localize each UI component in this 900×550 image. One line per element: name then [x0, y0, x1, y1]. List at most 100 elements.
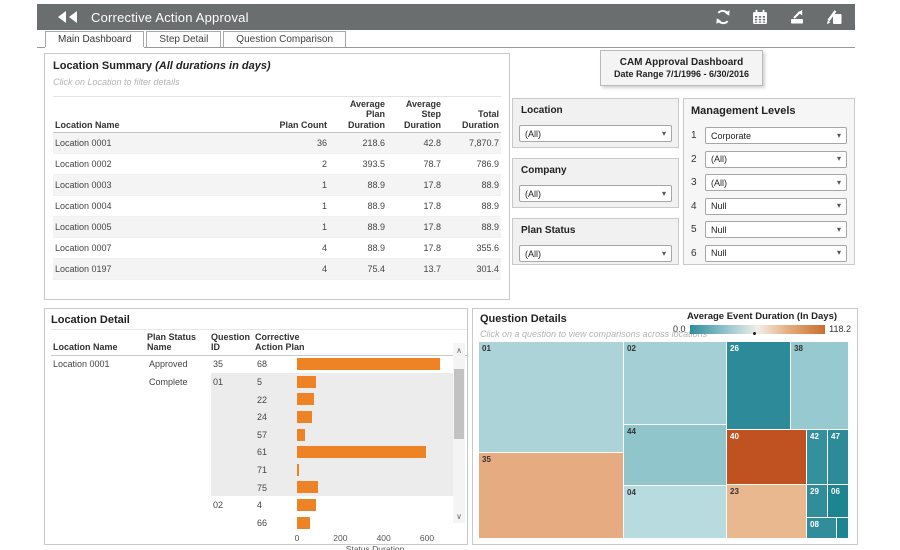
location-summary-table: Location Name Plan Count Average Plan Dura…	[53, 96, 501, 281]
scroll-up-button[interactable]: ∧	[453, 343, 465, 357]
column-header: Plan Status Name	[147, 332, 197, 353]
scroll-down-button[interactable]: ∨	[453, 509, 465, 523]
location-detail-header: Location Name Plan Status Name Question ID…	[51, 329, 467, 356]
cell: 75.4	[367, 264, 385, 275]
table-row[interactable]: 24	[51, 408, 467, 427]
management-level-dropdown[interactable]: (All) ▾	[705, 174, 847, 192]
cap-cell: 71	[257, 465, 268, 476]
tile-label: 47	[831, 432, 840, 441]
cell: 17.8	[423, 201, 441, 212]
treemap-tile[interactable]: 06	[828, 485, 848, 517]
table-row[interactable]: Complete 01 5	[51, 373, 467, 391]
company-filter-panel: Company (All) ▾	[512, 158, 679, 208]
plan-status-filter-dropdown[interactable]: (All) ▾	[519, 245, 672, 262]
duration-bar[interactable]	[297, 393, 314, 406]
management-level-dropdown[interactable]: Null ▾	[705, 244, 847, 262]
location-name-cell: Location 0003	[55, 180, 112, 191]
table-row[interactable]: Location 0005 1 88.9 17.8 88.9	[53, 217, 501, 239]
management-level-dropdown[interactable]: (All) ▾	[705, 150, 847, 168]
treemap-tile[interactable]: 01	[479, 342, 623, 452]
plan-status-filter-panel: Plan Status (All) ▾	[512, 218, 679, 265]
legend-title: Average Event Duration (In Days)	[686, 311, 838, 322]
table-row[interactable]: Location 0003 1 88.9 17.8 88.9	[53, 175, 501, 197]
table-row[interactable]: 57	[51, 426, 467, 444]
tile-label: 38	[794, 344, 803, 353]
duration-bar[interactable]	[297, 428, 306, 441]
treemap-tile[interactable]: 08	[807, 518, 836, 538]
treemap-tile[interactable]: 47	[828, 430, 848, 484]
duration-bar[interactable]	[297, 410, 312, 423]
company-filter-dropdown[interactable]: (All) ▾	[519, 185, 672, 202]
cam-box-title: CAM Approval Dashboard	[619, 57, 744, 68]
tab-step-detail[interactable]: Step Detail	[146, 31, 222, 47]
table-row[interactable]: 75	[51, 478, 467, 497]
company-filter-label: Company	[521, 165, 567, 176]
level-number: 6	[691, 247, 697, 259]
table-row[interactable]: 61	[51, 443, 467, 462]
bar-chart-cell	[297, 444, 453, 462]
tab-question-comparison[interactable]: Question Comparison	[223, 31, 347, 47]
table-row[interactable]: 66	[51, 514, 467, 532]
bar-chart-cell	[297, 461, 453, 479]
x-axis-tick-label: 600	[419, 532, 435, 543]
duration-bar[interactable]	[297, 463, 300, 476]
table-row[interactable]: Location 0007 4 88.9 17.8 355.6	[53, 238, 501, 260]
location-summary-panel: Location Summary (All durations in days)…	[44, 53, 510, 300]
refresh-icon[interactable]	[714, 8, 732, 26]
location-detail-body: Location 0001 Approved 35 68 Complete 01 5 22 24…	[51, 356, 467, 532]
treemap-tile[interactable]: 35	[479, 453, 623, 538]
duration-bar[interactable]	[297, 498, 316, 511]
treemap-tile[interactable]: 26	[727, 342, 790, 429]
table-row[interactable]: Location 0197 4 75.4 13.7 301.4	[53, 259, 501, 281]
treemap-tile[interactable]: 40	[727, 430, 806, 484]
rewind-icon[interactable]	[57, 10, 79, 24]
bar-chart-cell	[297, 373, 453, 391]
table-row[interactable]: 22	[51, 390, 467, 409]
treemap-tile[interactable]	[837, 518, 848, 538]
calendar-icon[interactable]	[751, 8, 769, 26]
table-row[interactable]: Location 0001 36 218.6 42.8 7,870.7	[53, 133, 501, 155]
row-values: 61	[211, 443, 453, 462]
vertical-scrollbar[interactable]: ∧ ∨	[453, 343, 465, 523]
duration-bar[interactable]	[297, 516, 311, 529]
column-header: Question ID	[211, 332, 251, 353]
location-name-cell: Location 0001	[55, 138, 112, 149]
duration-bar[interactable]	[297, 481, 318, 494]
treemap-tile[interactable]: 44	[624, 425, 726, 485]
question-id-cell: 35	[213, 359, 224, 370]
cap-cell: 66	[257, 517, 268, 528]
management-level-dropdown[interactable]: Corporate ▾	[705, 127, 847, 145]
treemap-tile[interactable]: 29	[807, 485, 827, 517]
management-level-dropdown[interactable]: Null ▾	[705, 221, 847, 239]
treemap-tile[interactable]: 04	[624, 486, 726, 538]
table-row[interactable]: Location 0002 2 393.5 78.7 786.9	[53, 154, 501, 176]
row-values: 57	[211, 426, 453, 444]
tab-main-dashboard[interactable]: Main Dashboard	[45, 31, 145, 47]
management-level-dropdown[interactable]: Null ▾	[705, 197, 847, 215]
treemap-tile[interactable]: 38	[791, 342, 848, 429]
treemap-tile[interactable]: 23	[727, 485, 806, 538]
toolbar	[714, 4, 843, 30]
table-row[interactable]: Location 0004 1 88.9 17.8 88.9	[53, 196, 501, 218]
color-legend: Average Event Duration (In Days) 0.0 118…	[673, 311, 851, 335]
cap-cell: 22	[257, 394, 268, 405]
treemap-tile[interactable]: 42	[807, 430, 827, 484]
share-export-icon[interactable]	[788, 8, 806, 26]
dropdown-value: (All)	[711, 177, 727, 188]
cam-box-date-range: Date Range 7/1/1996 - 6/30/2016	[613, 69, 750, 79]
duration-bar[interactable]	[297, 375, 316, 388]
table-row[interactable]: 02 4	[51, 496, 467, 514]
cell: 88.9	[481, 222, 499, 233]
table-row[interactable]: Location 0001 Approved 35 68	[51, 356, 467, 374]
location-filter-dropdown[interactable]: (All) ▾	[519, 125, 672, 142]
column-header: Plan Count	[279, 119, 328, 130]
duration-bar[interactable]	[297, 446, 426, 459]
edit-icon[interactable]	[825, 8, 843, 26]
caret-down-icon: ▾	[836, 201, 841, 211]
dropdown-value: Null	[711, 248, 727, 259]
duration-bar[interactable]	[297, 358, 441, 371]
treemap-tile[interactable]: 02	[624, 342, 726, 424]
table-row[interactable]: 71	[51, 461, 467, 479]
scrollbar-thumb[interactable]	[454, 369, 464, 439]
tile-label: 44	[627, 427, 636, 436]
